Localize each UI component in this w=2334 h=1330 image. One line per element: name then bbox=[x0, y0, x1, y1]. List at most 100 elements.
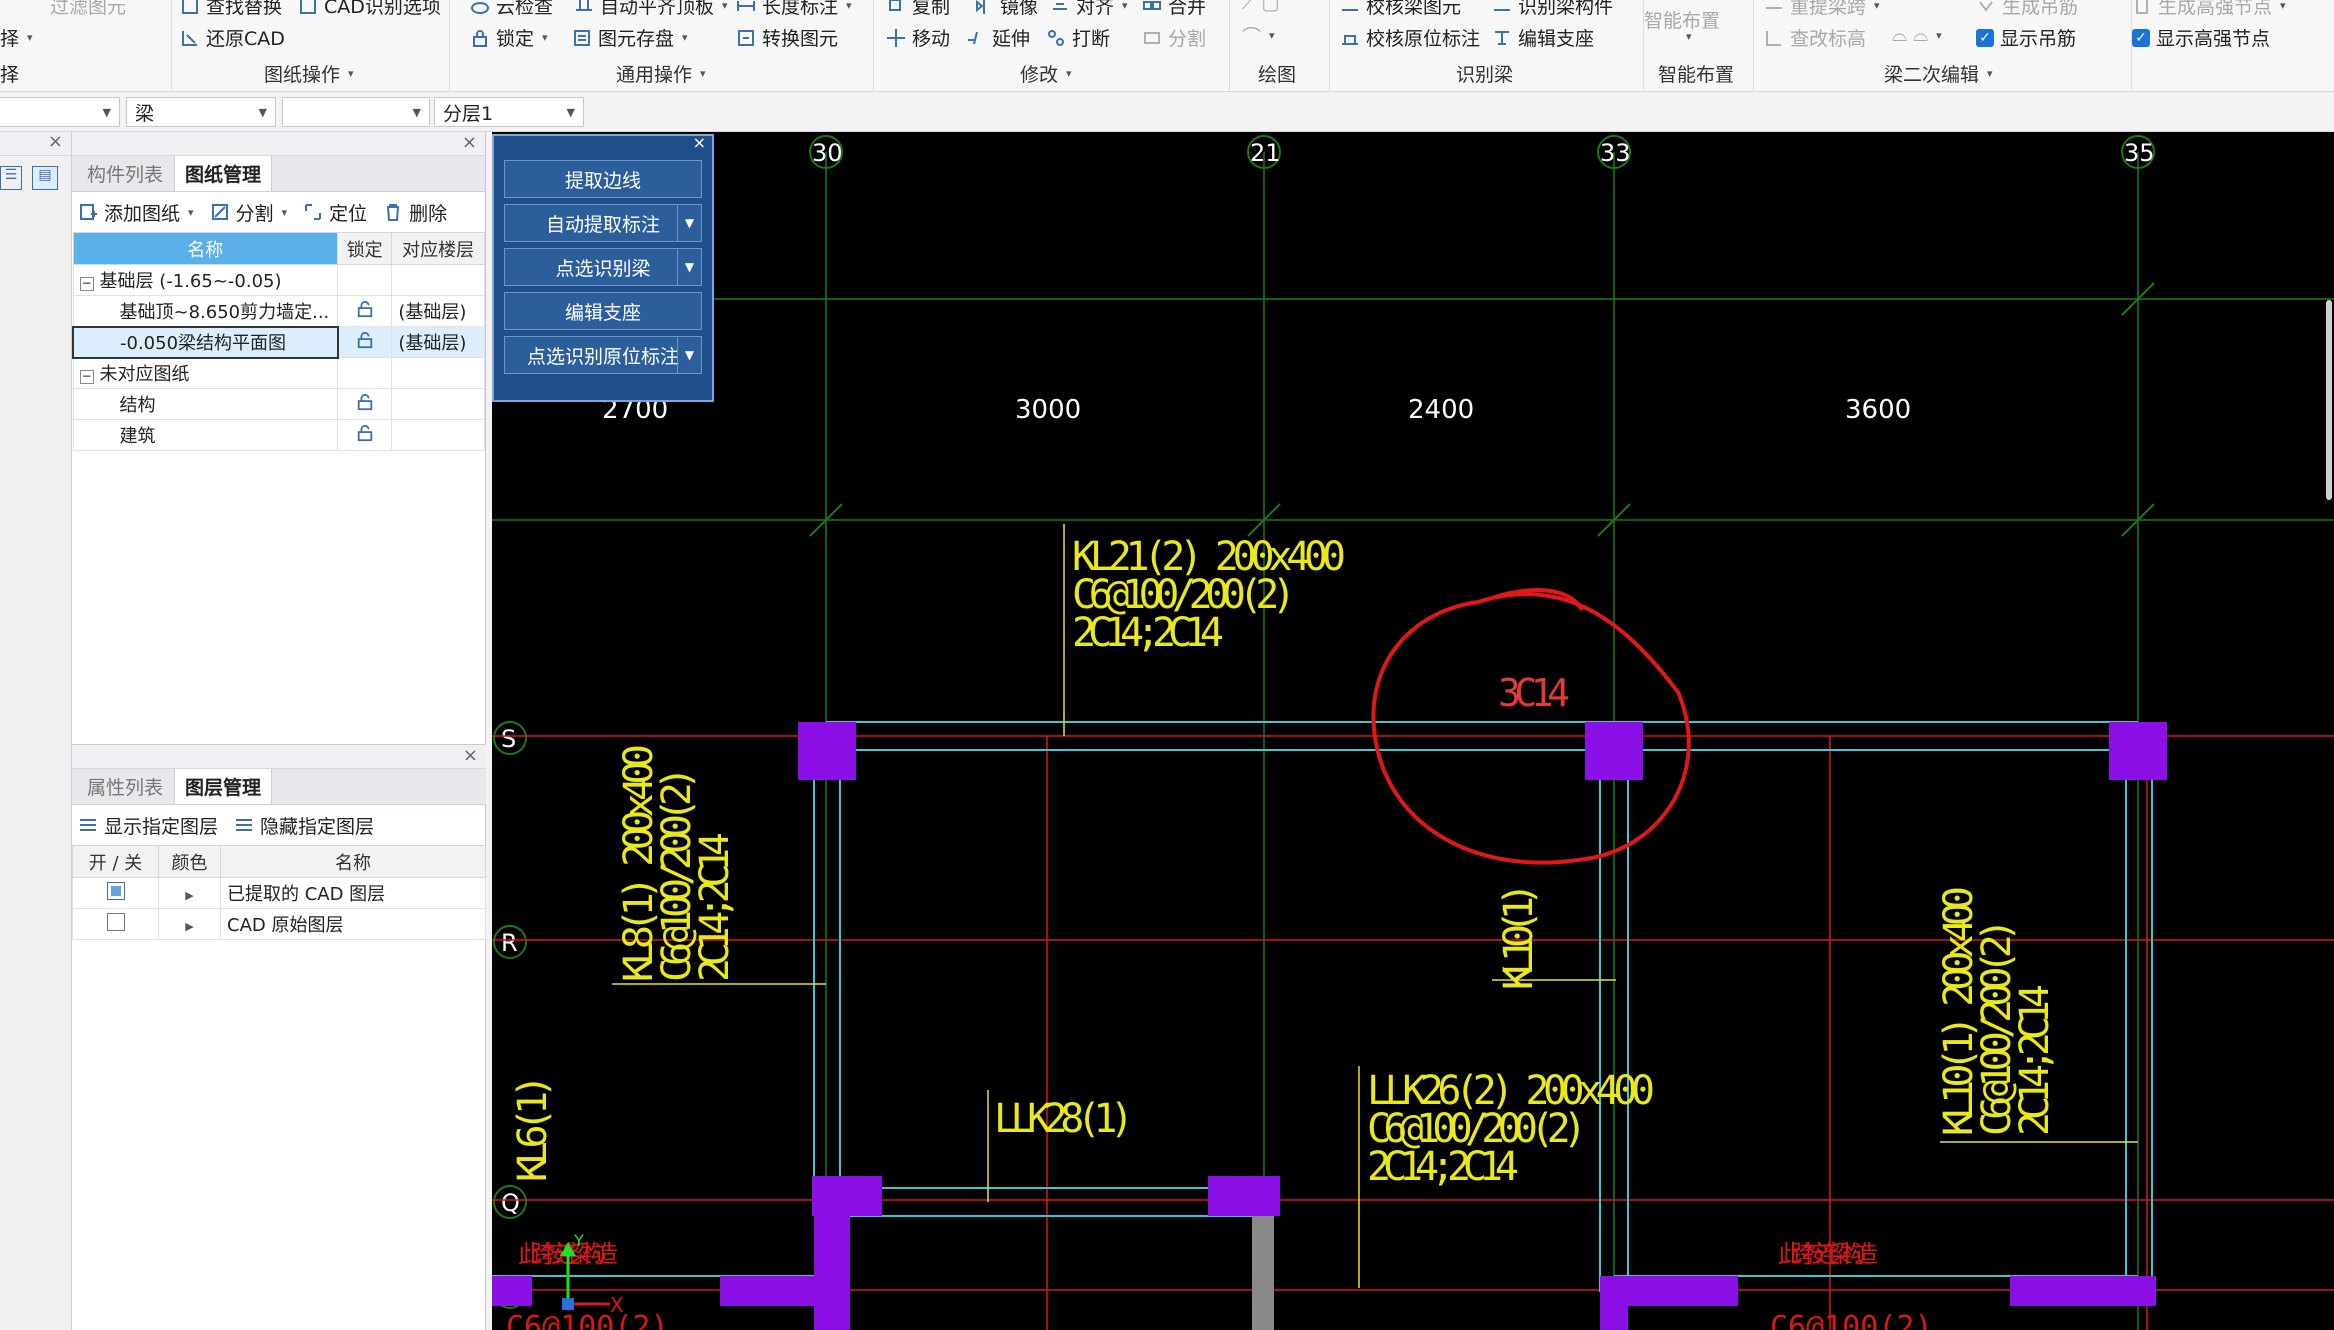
unlock-icon[interactable] bbox=[356, 424, 374, 442]
collapse-icon[interactable]: − bbox=[79, 277, 94, 291]
align-button[interactable]: 对齐 ▾ bbox=[1050, 0, 1128, 19]
close-icon[interactable]: × bbox=[48, 131, 63, 152]
dropdown-arrow-icon[interactable]: ▼ bbox=[677, 205, 701, 241]
filter-elements-button[interactable]: 过滤图元 bbox=[50, 0, 126, 19]
component-select[interactable]: ▼ bbox=[282, 97, 430, 127]
merge-button[interactable]: 合并 bbox=[1142, 0, 1206, 19]
dropdown-arrow-icon[interactable]: ▼ bbox=[677, 337, 701, 373]
auto-align-slab-button[interactable]: 自动平齐顶板 ▾ bbox=[574, 0, 728, 19]
tab-layer-management[interactable]: 图层管理 bbox=[174, 768, 273, 804]
vertical-scrollbar[interactable] bbox=[2326, 300, 2332, 500]
table-row[interactable]: 基础顶~8.650剪力墙定... (基础层) bbox=[72, 295, 485, 327]
move-button[interactable]: 移动 bbox=[886, 24, 950, 51]
layer-split-select[interactable]: 分层1 ▼ bbox=[434, 97, 584, 127]
gen-strong-node-button[interactable]: 生成高强节点 ▾ bbox=[2132, 0, 2286, 19]
length-dimension-button[interactable]: 长度标注 ▾ bbox=[736, 0, 852, 19]
column-header-color[interactable]: 颜色 bbox=[158, 845, 221, 878]
check-inplace-labels-button[interactable]: 校核原位标注 bbox=[1340, 24, 1480, 51]
smart-layout-caret[interactable]: ▾ bbox=[1684, 30, 1692, 43]
detail-view-icon[interactable]: ▤ bbox=[32, 166, 58, 190]
arc-tool-button[interactable]: ⌒ ▾ bbox=[1242, 22, 1275, 49]
show-layer-button[interactable]: 显示指定图层 bbox=[78, 812, 218, 839]
convert-element-button[interactable]: 转换图元 bbox=[736, 24, 838, 51]
hanger-tools[interactable]: ⌓ ⌓ ▾ bbox=[1892, 24, 1942, 46]
window-titlebar[interactable]: × bbox=[494, 133, 712, 154]
cloud-check-button[interactable]: 云检查 bbox=[470, 0, 553, 19]
table-row-selected[interactable]: -0.050梁结构平面图 (基础层) bbox=[72, 325, 485, 359]
break-button[interactable]: 打断 bbox=[1046, 24, 1110, 51]
drawing-ops-group-title[interactable]: 图纸操作 ▾ bbox=[264, 60, 354, 87]
tab-drawing-management[interactable]: 图纸管理 bbox=[174, 155, 273, 191]
locate-drawing-button[interactable]: 定位 bbox=[303, 199, 367, 226]
layer-row[interactable]: ▶ 已提取的 CAD 图层 bbox=[72, 877, 486, 909]
restore-cad-button[interactable]: 还原CAD bbox=[180, 24, 285, 51]
column-header-onoff[interactable]: 开 / 关 bbox=[72, 845, 159, 878]
tab-component-list[interactable]: 构件列表 bbox=[76, 155, 174, 191]
cad-canvas[interactable]: .cy{fill:none;stroke:#38c8d8;stroke-widt… bbox=[492, 132, 2334, 1330]
drawing-name-cell[interactable]: 结构 bbox=[72, 388, 339, 420]
table-row[interactable]: 建筑 bbox=[72, 419, 485, 451]
split-button[interactable]: 分割 bbox=[1142, 24, 1206, 51]
table-row[interactable]: − 基础层 (-1.65~-0.05) bbox=[72, 264, 485, 296]
column-header-layer-name[interactable]: 名称 bbox=[220, 845, 486, 878]
general-ops-group-title[interactable]: 通用操作 ▾ bbox=[616, 60, 706, 87]
check-elevation-button[interactable]: 查改标高 bbox=[1764, 24, 1866, 51]
beam-edit-group-title[interactable]: 梁二次编辑 ▾ bbox=[1884, 60, 1993, 87]
floor-select[interactable]: ▼ bbox=[0, 97, 120, 127]
column-header-lock[interactable]: 锁定 bbox=[337, 232, 393, 265]
drawing-name-cell[interactable]: 建筑 bbox=[72, 419, 339, 451]
table-row[interactable]: − 未对应图纸 bbox=[72, 357, 485, 389]
unlock-icon[interactable] bbox=[356, 393, 374, 411]
tree-group-cell[interactable]: − 未对应图纸 bbox=[72, 357, 339, 389]
show-hanger-checkbox[interactable]: ✓ 显示吊筋 bbox=[1976, 24, 2076, 51]
table-row[interactable]: 结构 bbox=[72, 388, 485, 420]
extend-button[interactable]: 延伸 bbox=[966, 24, 1030, 51]
pick-identify-beam-button[interactable]: 点选识别梁 ▼ bbox=[504, 248, 702, 286]
list-view-icon[interactable]: ☰ bbox=[0, 166, 22, 190]
delete-drawing-button[interactable]: 删除 bbox=[383, 199, 447, 226]
pick-identify-inplace-label-button[interactable]: 点选识别原位标注 ▼ bbox=[504, 336, 702, 374]
close-icon[interactable]: × bbox=[463, 745, 478, 766]
layer-row[interactable]: ▶ CAD 原始图层 bbox=[72, 908, 486, 940]
expand-arrow-icon[interactable]: ▶ bbox=[185, 920, 193, 933]
column-header-floor[interactable]: 对应楼层 bbox=[391, 232, 485, 265]
expand-arrow-icon[interactable]: ▶ bbox=[185, 889, 193, 902]
smart-layout-button[interactable]: 智能布置 bbox=[1644, 6, 1720, 33]
find-replace-button[interactable]: 查找替换 bbox=[180, 0, 282, 19]
line-tool-button[interactable]: ⟋ ▢ bbox=[1242, 0, 1279, 14]
column-header-name[interactable]: 名称 bbox=[72, 232, 339, 265]
modify-group-title[interactable]: 修改 ▾ bbox=[1020, 60, 1072, 87]
category-select[interactable]: 梁 ▼ bbox=[126, 97, 276, 127]
layer-checkbox-unchecked[interactable] bbox=[106, 912, 125, 931]
identify-beam-member-button[interactable]: 识别梁构件 bbox=[1492, 0, 1613, 19]
gen-hanger-button[interactable]: 生成吊筋 bbox=[1976, 0, 2078, 19]
add-drawing-button[interactable]: 添加图纸 ▾ bbox=[78, 199, 194, 226]
tab-property-list[interactable]: 属性列表 bbox=[76, 768, 174, 804]
tree-group-cell[interactable]: − 基础层 (-1.65~-0.05) bbox=[72, 264, 339, 296]
split-drawing-button[interactable]: 分割 ▾ bbox=[210, 199, 287, 226]
mirror-button[interactable]: 镜像 bbox=[974, 0, 1038, 19]
collapse-icon[interactable]: − bbox=[79, 370, 94, 385]
lock-button[interactable]: 锁定 ▾ bbox=[470, 24, 548, 51]
drawing-name-cell[interactable]: -0.050梁结构平面图 bbox=[72, 325, 339, 359]
layer-checkbox-checked[interactable] bbox=[106, 881, 125, 900]
dropdown-arrow-icon[interactable]: ▼ bbox=[677, 249, 701, 285]
check-beam-button[interactable]: 校核梁图元 bbox=[1340, 0, 1461, 19]
unlock-icon[interactable] bbox=[356, 331, 374, 349]
unlock-icon[interactable] bbox=[356, 300, 374, 318]
copy-button[interactable]: 复制 bbox=[886, 0, 950, 19]
drawing-name-cell[interactable]: 基础顶~8.650剪力墙定... bbox=[72, 295, 339, 327]
hide-layer-button[interactable]: 隐藏指定图层 bbox=[234, 812, 374, 839]
edit-support-button[interactable]: 编辑支座 bbox=[1492, 24, 1594, 51]
close-icon[interactable]: × bbox=[462, 132, 477, 153]
show-strong-node-checkbox[interactable]: ✓ 显示高强节点 bbox=[2132, 24, 2270, 51]
re-extract-span-button[interactable]: 重提梁跨 ▾ bbox=[1764, 0, 1880, 19]
add-drawing-icon bbox=[78, 202, 98, 222]
auto-extract-labels-button[interactable]: 自动提取标注 ▼ bbox=[504, 204, 702, 242]
save-block-button[interactable]: 图元存盘 ▾ bbox=[572, 24, 688, 51]
edit-support-tool-button[interactable]: 编辑支座 bbox=[504, 292, 702, 330]
close-icon[interactable]: × bbox=[693, 133, 706, 152]
extract-edge-button[interactable]: 提取边线 bbox=[504, 160, 702, 198]
select-button[interactable]: 择 ▾ bbox=[0, 24, 33, 51]
cad-options-button[interactable]: CAD识别选项 bbox=[298, 0, 441, 19]
